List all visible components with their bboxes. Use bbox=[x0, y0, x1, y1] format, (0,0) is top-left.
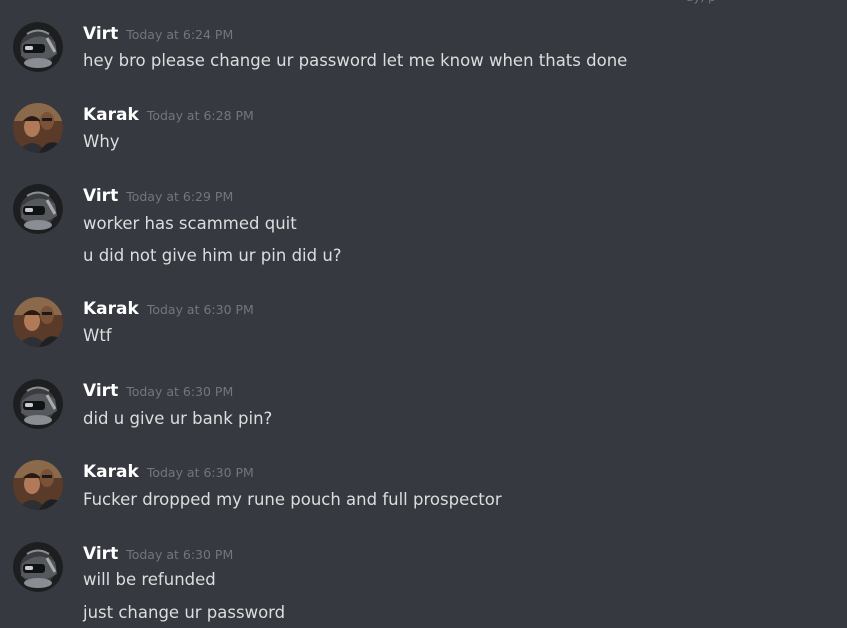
user-photo bbox=[13, 297, 63, 347]
message-header: Virt Today at 6:24 PM bbox=[83, 22, 233, 46]
avatar-karak[interactable] bbox=[13, 297, 63, 347]
message-text: worker has scammed quit bbox=[83, 214, 297, 233]
message-text: Wtf bbox=[83, 326, 112, 345]
helmet-icon bbox=[13, 542, 63, 592]
avatar-virt[interactable] bbox=[13, 379, 63, 429]
username[interactable]: Karak bbox=[83, 462, 139, 482]
message-text: will be refunded bbox=[83, 570, 216, 589]
avatar-karak[interactable] bbox=[13, 103, 63, 153]
message-header: Karak Today at 6:30 PM bbox=[83, 460, 254, 484]
avatar-virt[interactable] bbox=[13, 22, 63, 72]
message-text: did u give ur bank pin? bbox=[83, 409, 273, 428]
avatar-virt[interactable] bbox=[13, 184, 63, 234]
username[interactable]: Virt bbox=[83, 186, 118, 206]
helmet-icon bbox=[13, 379, 63, 429]
user-photo bbox=[13, 460, 63, 510]
message-header: Virt Today at 6:29 PM bbox=[83, 184, 233, 208]
message-text: hey bro please change ur password let me… bbox=[83, 51, 628, 70]
username[interactable]: Virt bbox=[83, 381, 118, 401]
message-header: Karak Today at 6:30 PM bbox=[83, 297, 254, 321]
timestamp: Today at 6:30 PM bbox=[126, 384, 234, 399]
timestamp: Today at 6:24 PM bbox=[126, 27, 234, 42]
timestamp: Today at 6:28 PM bbox=[146, 108, 254, 123]
message-text: u did not give him ur pin did u? bbox=[83, 246, 342, 265]
timestamp: Today at 6:30 PM bbox=[126, 547, 234, 562]
username[interactable]: Karak bbox=[83, 299, 139, 319]
message-text: just change ur password bbox=[83, 603, 286, 622]
cut-off-text-fragment: ay, p bbox=[686, 0, 716, 4]
avatar-karak[interactable] bbox=[13, 460, 63, 510]
user-photo bbox=[13, 103, 63, 153]
message-text: Fucker dropped my rune pouch and full pr… bbox=[83, 490, 502, 509]
timestamp: Today at 6:30 PM bbox=[146, 465, 254, 480]
message-header: Virt Today at 6:30 PM bbox=[83, 542, 233, 566]
message-header: Virt Today at 6:30 PM bbox=[83, 379, 233, 403]
timestamp: Today at 6:29 PM bbox=[126, 189, 234, 204]
helmet-icon bbox=[13, 184, 63, 234]
username[interactable]: Virt bbox=[83, 24, 118, 44]
message-header: Karak Today at 6:28 PM bbox=[83, 103, 254, 127]
username[interactable]: Virt bbox=[83, 544, 118, 564]
message-text: Why bbox=[83, 132, 120, 151]
chat-message-list: ay, p Virt Today at 6:24 PM hey bro pleas… bbox=[0, 0, 847, 628]
helmet-icon bbox=[13, 22, 63, 72]
username[interactable]: Karak bbox=[83, 105, 139, 125]
avatar-virt[interactable] bbox=[13, 542, 63, 592]
timestamp: Today at 6:30 PM bbox=[146, 302, 254, 317]
